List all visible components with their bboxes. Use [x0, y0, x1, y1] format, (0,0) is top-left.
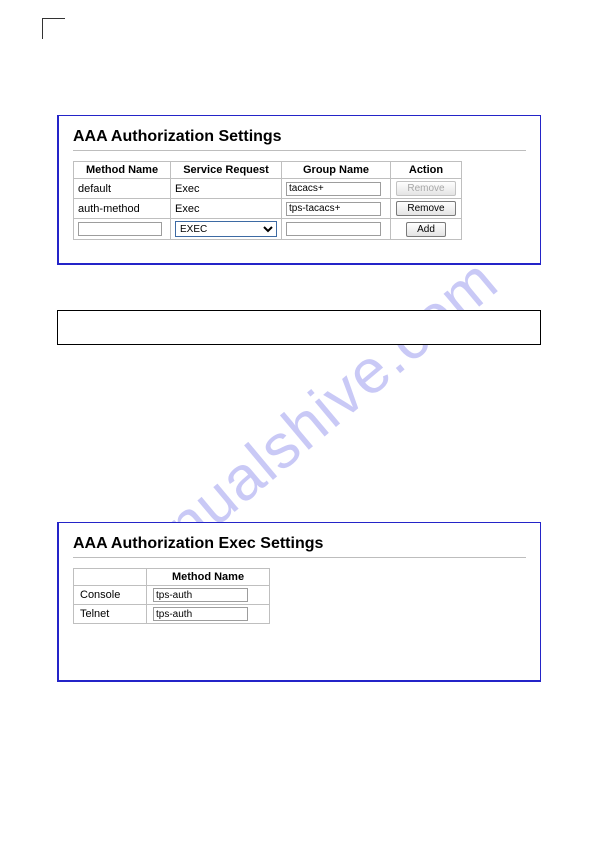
group-name-input[interactable] [286, 182, 381, 196]
divider [73, 557, 526, 558]
group-name-input[interactable] [286, 222, 381, 236]
row-label: Console [74, 586, 147, 605]
method-name-cell [147, 586, 270, 605]
table-row: Telnet [74, 605, 270, 624]
header-service-request: Service Request [171, 162, 282, 179]
row-label: Telnet [74, 605, 147, 624]
aaa-authorization-settings-panel: AAA Authorization Settings Method Name S… [57, 115, 541, 265]
table-row: default Exec Remove [74, 179, 462, 199]
service-request-cell: Exec [171, 199, 282, 219]
service-request-select[interactable]: EXEC [175, 221, 277, 237]
method-name-new-cell [74, 219, 171, 240]
header-method-name: Method Name [74, 162, 171, 179]
group-name-new-cell [282, 219, 391, 240]
method-name-input[interactable] [153, 607, 248, 621]
divider [73, 150, 526, 151]
cli-box [57, 310, 541, 345]
service-request-cell: Exec [171, 179, 282, 199]
exec-settings-table: Method Name Console Telnet [73, 568, 270, 624]
group-name-cell [282, 179, 391, 199]
method-name-input[interactable] [153, 588, 248, 602]
panel-title: AAA Authorization Settings [73, 128, 526, 146]
method-name-cell: default [74, 179, 171, 199]
remove-button: Remove [396, 181, 455, 196]
table-header-row: Method Name [74, 569, 270, 586]
method-name-input[interactable] [78, 222, 162, 236]
header-group-name: Group Name [282, 162, 391, 179]
group-name-cell [282, 199, 391, 219]
add-button[interactable]: Add [406, 222, 446, 237]
header-blank [74, 569, 147, 586]
table-row: Console [74, 586, 270, 605]
aaa-authorization-exec-settings-panel: AAA Authorization Exec Settings Method N… [57, 522, 541, 682]
method-name-cell: auth-method [74, 199, 171, 219]
method-name-cell [147, 605, 270, 624]
table-new-row: EXEC Add [74, 219, 462, 240]
panel-title: AAA Authorization Exec Settings [73, 535, 526, 553]
table-header-row: Method Name Service Request Group Name A… [74, 162, 462, 179]
service-request-new-cell: EXEC [171, 219, 282, 240]
table-row: auth-method Exec Remove [74, 199, 462, 219]
group-name-input[interactable] [286, 202, 381, 216]
header-action: Action [391, 162, 462, 179]
remove-button[interactable]: Remove [396, 201, 455, 216]
header-method-name: Method Name [147, 569, 270, 586]
crop-mark [42, 18, 65, 39]
authorization-table: Method Name Service Request Group Name A… [73, 161, 462, 240]
